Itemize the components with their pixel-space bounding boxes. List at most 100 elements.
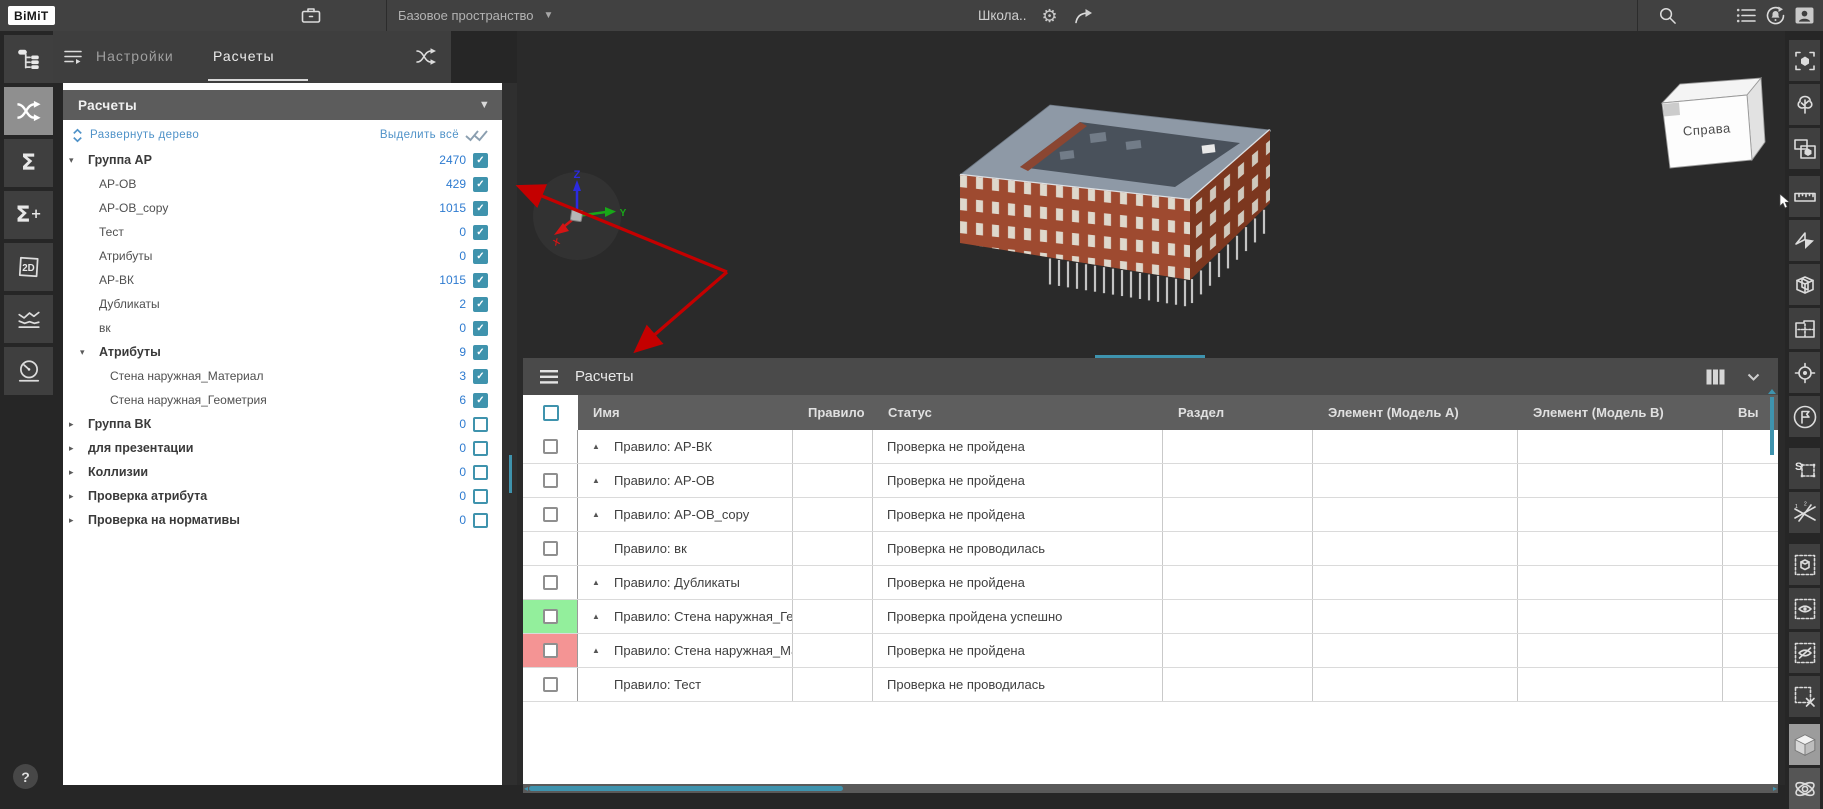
column-header[interactable]: Элемент (Модель А) [1313,395,1518,430]
notifications-icon[interactable] [1765,5,1786,26]
tree-item[interactable]: Дубликаты2✓ [63,292,502,316]
building-model[interactable] [940,75,1280,315]
2d-view-tool[interactable]: 2D [4,243,53,291]
collapse-triangle-icon[interactable]: ▲ [592,612,614,621]
clash-lines-tool[interactable]: 12 [1789,492,1820,533]
table-row[interactable]: Правило: вкПроверка не проводилась [523,532,1778,566]
flag-tool[interactable] [1789,396,1820,437]
tree-checkbox[interactable]: ✓ [473,153,488,168]
sigma-tool[interactable]: Σ [4,139,53,187]
selection-association-tool[interactable] [1789,128,1820,169]
column-header[interactable]: Статус [873,395,1163,430]
show-eye-tool[interactable] [1789,588,1820,629]
hide-eye-tool[interactable] [1789,632,1820,673]
table-row[interactable]: Правило: ТестПроверка не проводилась [523,668,1778,702]
scrollbar-thumb[interactable] [509,455,512,493]
tree-checkbox[interactable]: ✓ [473,393,488,408]
table-row[interactable]: ▲Правило: АР-ВКПроверка не пройдена [523,430,1778,464]
gauge-tool[interactable] [4,347,53,395]
tree-item[interactable]: ▸Проверка на нормативы0 [63,508,502,532]
column-header[interactable]: Элемент (Модель В) [1518,395,1723,430]
isolate-cube-tool[interactable] [1789,544,1820,585]
double-check-icon[interactable] [465,129,490,142]
briefcase-icon[interactable] [300,5,322,25]
row-checkbox[interactable] [543,541,558,556]
table-menu-icon[interactable] [540,370,558,384]
tree-item[interactable]: Стена наружная_Материал3✓ [63,364,502,388]
column-header[interactable]: Правило [793,395,873,430]
shuffle-icon[interactable] [415,47,438,66]
tree-checkbox[interactable]: ✓ [473,297,488,312]
section-box-tool[interactable] [1789,264,1820,305]
caret-down-icon[interactable]: ▾ [80,347,99,358]
user-avatar[interactable] [1795,7,1814,24]
caret-down-icon[interactable]: ▾ [69,155,88,166]
expand-tree-link[interactable]: Развернуть дерево [90,129,199,141]
solid-cube-tool[interactable] [1789,724,1820,765]
tree-item[interactable]: ▾Группа АР2470✓ [63,148,502,172]
tree-section-header[interactable]: Расчеты ▼ [63,90,502,120]
ruler-tool[interactable] [1789,176,1820,217]
tree-item[interactable]: вк0✓ [63,316,502,340]
columns-icon[interactable] [1706,369,1725,385]
hscroll-thumb[interactable] [529,786,843,791]
column-header[interactable]: Раздел [1163,395,1313,430]
table-row[interactable]: ▲Правило: АР-ОВПроверка не пройдена [523,464,1778,498]
tree-checkbox[interactable]: ✓ [473,321,488,336]
tree-checkbox[interactable] [473,441,488,456]
panel-scrollbar[interactable] [502,83,517,785]
tree-checkbox[interactable] [473,417,488,432]
tree-checkbox[interactable]: ✓ [473,201,488,216]
sigma-plus-tool[interactable]: Σ+ [4,191,53,239]
caret-right-icon[interactable]: ▸ [69,467,88,478]
locate-tool[interactable] [1789,352,1820,393]
tree-checkbox[interactable]: ✓ [473,345,488,360]
table-row[interactable]: ▲Правило: Стена наружная_ГеометрияПровер… [523,600,1778,634]
row-checkbox[interactable] [543,609,558,624]
caret-right-icon[interactable]: ▸ [69,443,88,454]
tree-item[interactable]: ▸Коллизии0 [63,460,502,484]
hscroll-left-icon[interactable]: ◂ [524,785,528,792]
floorplan-tool[interactable] [1789,308,1820,349]
tree-checkbox[interactable]: ✓ [473,273,488,288]
collapse-triangle-icon[interactable]: ▲ [592,510,614,519]
share-icon[interactable] [1073,7,1094,24]
orbit-tool[interactable] [1789,768,1820,809]
clear-selection-tool[interactable] [1789,676,1820,717]
tree-item[interactable]: ▸для презентации0 [63,436,502,460]
list-menu-icon[interactable] [1736,7,1756,24]
chevron-down-icon[interactable] [1747,373,1760,381]
collapse-triangle-icon[interactable]: ▲ [592,646,614,655]
tree-item[interactable]: АР-ОВ429✓ [63,172,502,196]
caret-right-icon[interactable]: ▸ [69,491,88,502]
tree-item[interactable]: ▾Атрибуты9✓ [63,340,502,364]
tree-item[interactable]: ▸Группа ВК0 [63,412,502,436]
panel-menu-icon[interactable] [63,48,83,66]
app-logo[interactable]: BiMiT [8,6,55,25]
tree-checkbox[interactable] [473,465,488,480]
caret-right-icon[interactable]: ▸ [69,515,88,526]
shuffle-tool[interactable] [4,87,53,135]
tab-settings[interactable]: Настройки [96,31,174,81]
table-row[interactable]: ▲Правило: ДубликатыПроверка не пройдена [523,566,1778,600]
settings-gear-icon[interactable]: ⚙ [1042,7,1058,25]
tree-checkbox[interactable] [473,489,488,504]
row-checkbox[interactable] [543,643,558,658]
collapse-triangle-icon[interactable]: ▲ [592,442,614,451]
tree-checkbox[interactable]: ✓ [473,249,488,264]
chart-tool[interactable] [4,295,53,343]
hscroll-right-icon[interactable]: ▸ [1773,785,1777,792]
row-checkbox[interactable] [543,677,558,692]
table-row[interactable]: ▲Правило: АР-ОВ_copyПроверка не пройдена [523,498,1778,532]
workspace-selector[interactable]: Базовое пространство ▼ [398,0,553,31]
table-row[interactable]: ▲Правило: Стена наружная_МатериалПроверк… [523,634,1778,668]
select-all-checkbox[interactable] [543,405,559,421]
tab-calculations[interactable]: Расчеты [213,31,275,81]
column-header[interactable]: Имя [578,395,793,430]
row-checkbox[interactable] [543,473,558,488]
search-icon[interactable] [1658,6,1677,25]
table-vscrollbar[interactable] [1770,397,1774,455]
tree-checkbox[interactable]: ✓ [473,369,488,384]
tree-checkbox[interactable]: ✓ [473,177,488,192]
tree-item[interactable]: АР-ВК1015✓ [63,268,502,292]
